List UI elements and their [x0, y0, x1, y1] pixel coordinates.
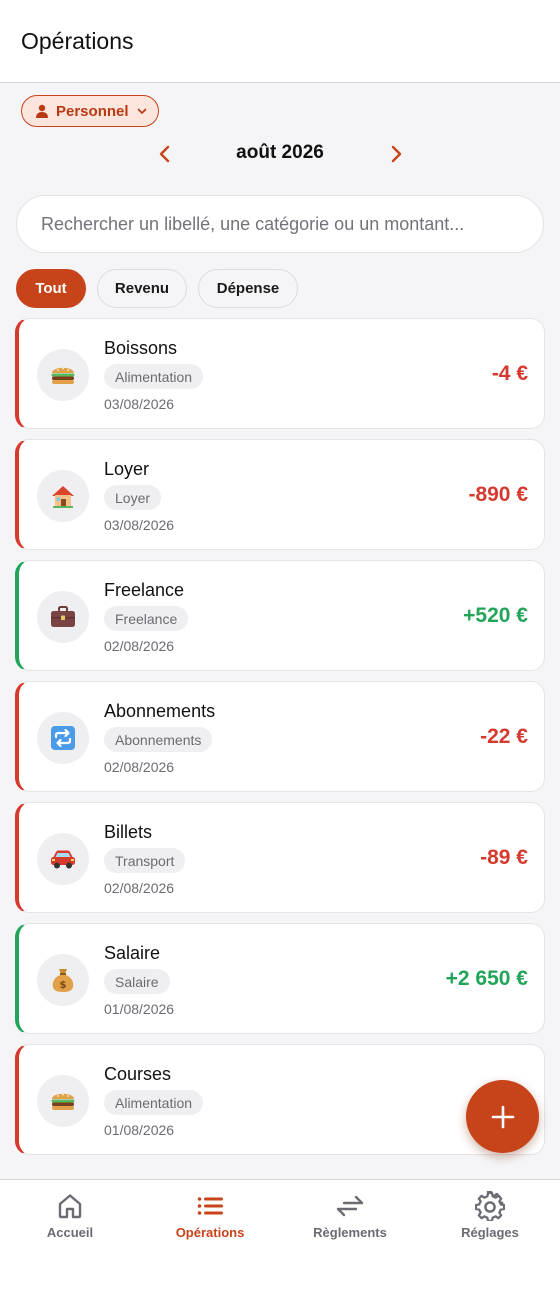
nav-operations[interactable]: Opérations	[140, 1180, 280, 1250]
current-month: août 2026	[236, 142, 324, 163]
category-icon-circle	[37, 833, 89, 885]
profile-label: Personnel	[56, 102, 129, 120]
next-month-button[interactable]	[383, 141, 409, 167]
category-badge: Freelance	[104, 606, 189, 631]
briefcase-icon	[51, 606, 75, 627]
transaction-amount: -22 €	[480, 725, 528, 748]
category-badge: Transport	[104, 848, 186, 873]
transaction-name: Courses	[104, 1064, 172, 1084]
transaction-amount: -89 €	[480, 846, 528, 869]
transaction-date: 03/08/2026	[104, 517, 175, 533]
transaction-amount: +2 650 €	[445, 967, 528, 990]
transaction-card[interactable]: Freelance Freelance 02/08/2026 +520 €	[15, 560, 545, 671]
page-title: Opérations	[21, 28, 134, 54]
chevron-right-icon	[391, 145, 402, 163]
profile-selector[interactable]: Personnel	[21, 95, 159, 127]
plus-icon	[491, 1105, 514, 1128]
transaction-amount: -890 €	[468, 483, 528, 506]
person-icon	[36, 104, 48, 118]
transaction-name: Abonnements	[104, 701, 216, 721]
burger-icon	[51, 1093, 75, 1110]
transaction-name: Boissons	[104, 338, 178, 358]
gear-icon	[475, 1191, 505, 1221]
category-icon-circle	[37, 470, 89, 522]
type-filters: Tout Revenu Dépense	[16, 269, 298, 308]
transfer-icon	[336, 1195, 364, 1217]
transaction-list: Boissons Alimentation 03/08/2026 -4 € Lo…	[15, 318, 545, 1165]
transaction-amount: +520 €	[463, 604, 528, 627]
burger-icon	[51, 367, 75, 384]
car-icon	[51, 850, 75, 869]
filter-expense[interactable]: Dépense	[198, 269, 298, 308]
house-icon	[52, 486, 74, 508]
svg-text:$: $	[60, 980, 67, 991]
transaction-amount: -4 €	[491, 362, 528, 385]
category-icon-circle	[37, 712, 89, 764]
bottom-navigation: Accueil Opérations Règlements Réglages	[0, 1179, 560, 1303]
transaction-name: Loyer	[104, 459, 150, 479]
chevron-left-icon	[159, 145, 170, 163]
category-badge: Salaire	[104, 969, 170, 994]
category-icon-circle	[37, 1075, 89, 1127]
transaction-name: Billets	[104, 822, 153, 842]
chevron-down-icon	[137, 108, 146, 114]
category-icon-circle	[37, 349, 89, 401]
transaction-date: 02/08/2026	[104, 880, 175, 896]
transaction-date: 02/08/2026	[104, 638, 175, 654]
month-navigator: août 2026	[0, 138, 560, 170]
list-icon	[197, 1197, 223, 1215]
category-badge: Loyer	[104, 485, 162, 510]
transaction-name: Salaire	[104, 943, 161, 963]
nav-settings[interactable]: Réglages	[420, 1180, 560, 1250]
money-bag-icon: $	[52, 969, 74, 992]
nav-settlements[interactable]: Règlements	[280, 1180, 420, 1250]
category-icon-circle	[37, 591, 89, 643]
transaction-name: Freelance	[104, 580, 185, 600]
transaction-card[interactable]: Loyer Loyer 03/08/2026 -890 €	[15, 439, 545, 550]
app-root: Opérations Personnel août 2026 Tout Reve…	[0, 0, 560, 1303]
search-input[interactable]	[16, 195, 544, 253]
transaction-card[interactable]: Abonnements Abonnements 02/08/2026 -22 €	[15, 681, 545, 792]
transaction-date: 01/08/2026	[104, 1122, 175, 1138]
category-badge: Alimentation	[104, 364, 204, 389]
transaction-card[interactable]: Courses Alimentation 01/08/2026	[15, 1044, 545, 1155]
transaction-date: 02/08/2026	[104, 759, 175, 775]
nav-home-label: Accueil	[46, 1225, 94, 1240]
filter-income[interactable]: Revenu	[97, 269, 187, 308]
transaction-card[interactable]: $ Salaire Salaire 01/08/2026 +2 650 €	[15, 923, 545, 1034]
category-icon-circle: $	[37, 954, 89, 1006]
transaction-card[interactable]: Boissons Alimentation 03/08/2026 -4 €	[15, 318, 545, 429]
transaction-date: 03/08/2026	[104, 396, 175, 412]
repeat-icon	[51, 726, 75, 750]
category-badge: Abonnements	[104, 727, 213, 752]
transaction-card[interactable]: Billets Transport 02/08/2026 -89 €	[15, 802, 545, 913]
nav-settings-label: Réglages	[461, 1225, 519, 1240]
category-badge: Alimentation	[104, 1090, 204, 1115]
previous-month-button[interactable]	[152, 141, 178, 167]
filter-all[interactable]: Tout	[16, 269, 86, 308]
nav-operations-label: Opérations	[175, 1225, 245, 1240]
app-header: Opérations	[0, 0, 560, 83]
home-icon	[58, 1194, 82, 1219]
nav-settlements-label: Règlements	[313, 1225, 387, 1240]
add-transaction-button[interactable]	[466, 1080, 539, 1153]
transaction-date: 01/08/2026	[104, 1001, 175, 1017]
nav-home[interactable]: Accueil	[0, 1180, 140, 1250]
